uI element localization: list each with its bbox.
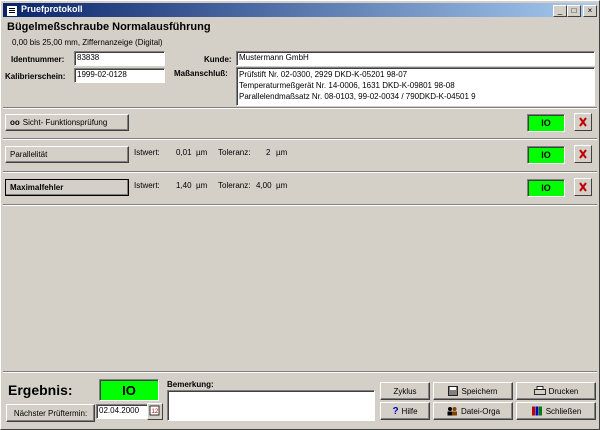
datei-orga-button[interactable]: Datei-Orga — [433, 402, 513, 420]
window-title: Pruefprotokoll — [21, 4, 83, 14]
divider — [3, 171, 597, 173]
kalib-input[interactable]: 1999-02-0128 — [74, 68, 165, 83]
schliessen-button[interactable]: Schließen — [516, 402, 596, 420]
next-date-button[interactable]: Nächster Prüftermin: — [6, 404, 95, 422]
mass-label: Maßanschluß: — [174, 69, 228, 78]
parallelitaet-result-badge: IO — [527, 146, 565, 164]
divider — [3, 107, 597, 109]
toleranz-label: Toleranz: — [218, 148, 251, 157]
sicht-reject-button[interactable] — [574, 113, 592, 131]
red-x-icon — [579, 149, 587, 159]
schliessen-label: Schließen — [545, 406, 582, 416]
drucken-button[interactable]: Drucken — [516, 382, 596, 400]
glasses-icon: oo — [10, 118, 20, 127]
zyklus-button[interactable]: Zyklus — [380, 382, 430, 400]
istwert-label: Istwert: — [134, 148, 160, 157]
divider — [3, 138, 597, 140]
sicht-funktion-label: Sicht- Funktionsprüfung — [22, 118, 108, 127]
istwert-value: 1,40 — [176, 181, 192, 190]
printer-icon — [533, 386, 546, 395]
bemerkung-label: Bemerkung: — [167, 380, 214, 389]
measurement-range: 0,00 bis 25,00 mm, Ziffernanzeige (Digit… — [12, 38, 163, 47]
help-icon: ? — [392, 405, 399, 417]
parallelitaet-label: Parallelität — [10, 150, 48, 159]
ident-input[interactable]: 83838 — [74, 51, 165, 66]
mass-line: Parallelendmaßsatz Nr. 08-0103, 99-02-00… — [239, 92, 476, 101]
people-icon — [447, 407, 457, 416]
ident-label: Identnummer: — [11, 55, 65, 64]
speichern-button[interactable]: Speichern — [433, 382, 513, 400]
footer-divider — [3, 371, 597, 373]
device-title: Bügelmeßschraube Normalausführung — [7, 21, 211, 33]
maximalfehler-label: Maximalfehler — [10, 183, 64, 192]
toleranz-unit: µm — [276, 148, 288, 157]
parallelitaet-reject-button[interactable] — [574, 145, 592, 163]
minimize-button[interactable]: _ — [553, 5, 567, 17]
ergebnis-label: Ergebnis: — [8, 382, 73, 398]
maximalfehler-button[interactable]: Maximalfehler — [5, 179, 129, 196]
toleranz-unit: µm — [276, 181, 288, 190]
books-icon — [531, 406, 542, 416]
mass-line: Prüfstift Nr. 02-0300, 2929 DKD-K-05201 … — [239, 70, 408, 79]
next-date-input[interactable]: 02.04.2000 — [96, 404, 148, 419]
red-x-icon — [579, 117, 587, 127]
divider — [3, 204, 597, 206]
close-button[interactable]: × — [583, 5, 597, 17]
red-x-icon — [579, 182, 587, 192]
parallelitaet-button[interactable]: Parallelität — [5, 146, 129, 163]
istwert-value: 0,01 — [176, 148, 192, 157]
title-bar: Pruefprotokoll _ □ × — [3, 3, 597, 17]
toleranz-value: 2 — [266, 148, 271, 157]
calendar-button[interactable]: 12 — [147, 403, 163, 420]
bemerkung-textarea[interactable] — [167, 390, 375, 421]
istwert-unit: µm — [196, 181, 208, 190]
zyklus-label: Zyklus — [393, 386, 417, 396]
calendar-icon: 12 — [149, 405, 160, 416]
kunde-input[interactable]: Mustermann GmbH — [236, 51, 595, 66]
drucken-label: Drucken — [548, 386, 579, 396]
svg-text:12: 12 — [152, 409, 159, 415]
mass-line: Temperaturmeßgerät Nr. 14-0006, 1631 DKD… — [239, 81, 455, 90]
speichern-label: Speichern — [461, 386, 498, 396]
sicht-result-badge: IO — [527, 114, 565, 132]
maximalfehler-result-badge: IO — [527, 179, 565, 197]
window-icon — [6, 5, 18, 17]
ergebnis-badge: IO — [99, 379, 159, 401]
hilfe-label: Hilfe — [401, 406, 418, 416]
kunde-label: Kunde: — [204, 55, 232, 64]
kalib-label: Kalibrierschein: — [5, 72, 66, 81]
maximalfehler-reject-button[interactable] — [574, 178, 592, 196]
mass-textarea[interactable]: Prüfstift Nr. 02-0300, 2929 DKD-K-05201 … — [236, 67, 595, 106]
datei-orga-label: Datei-Orga — [460, 406, 501, 416]
istwert-unit: µm — [196, 148, 208, 157]
save-icon — [448, 386, 459, 396]
toleranz-value: 4,00 — [256, 181, 272, 190]
hilfe-button[interactable]: ? Hilfe — [380, 402, 430, 420]
istwert-label: Istwert: — [134, 181, 160, 190]
maximize-button[interactable]: □ — [567, 5, 581, 17]
toleranz-label: Toleranz: — [218, 181, 251, 190]
next-date-label: Nächster Prüftermin: — [13, 408, 88, 418]
sicht-funktion-button[interactable]: oo Sicht- Funktionsprüfung — [5, 114, 129, 131]
